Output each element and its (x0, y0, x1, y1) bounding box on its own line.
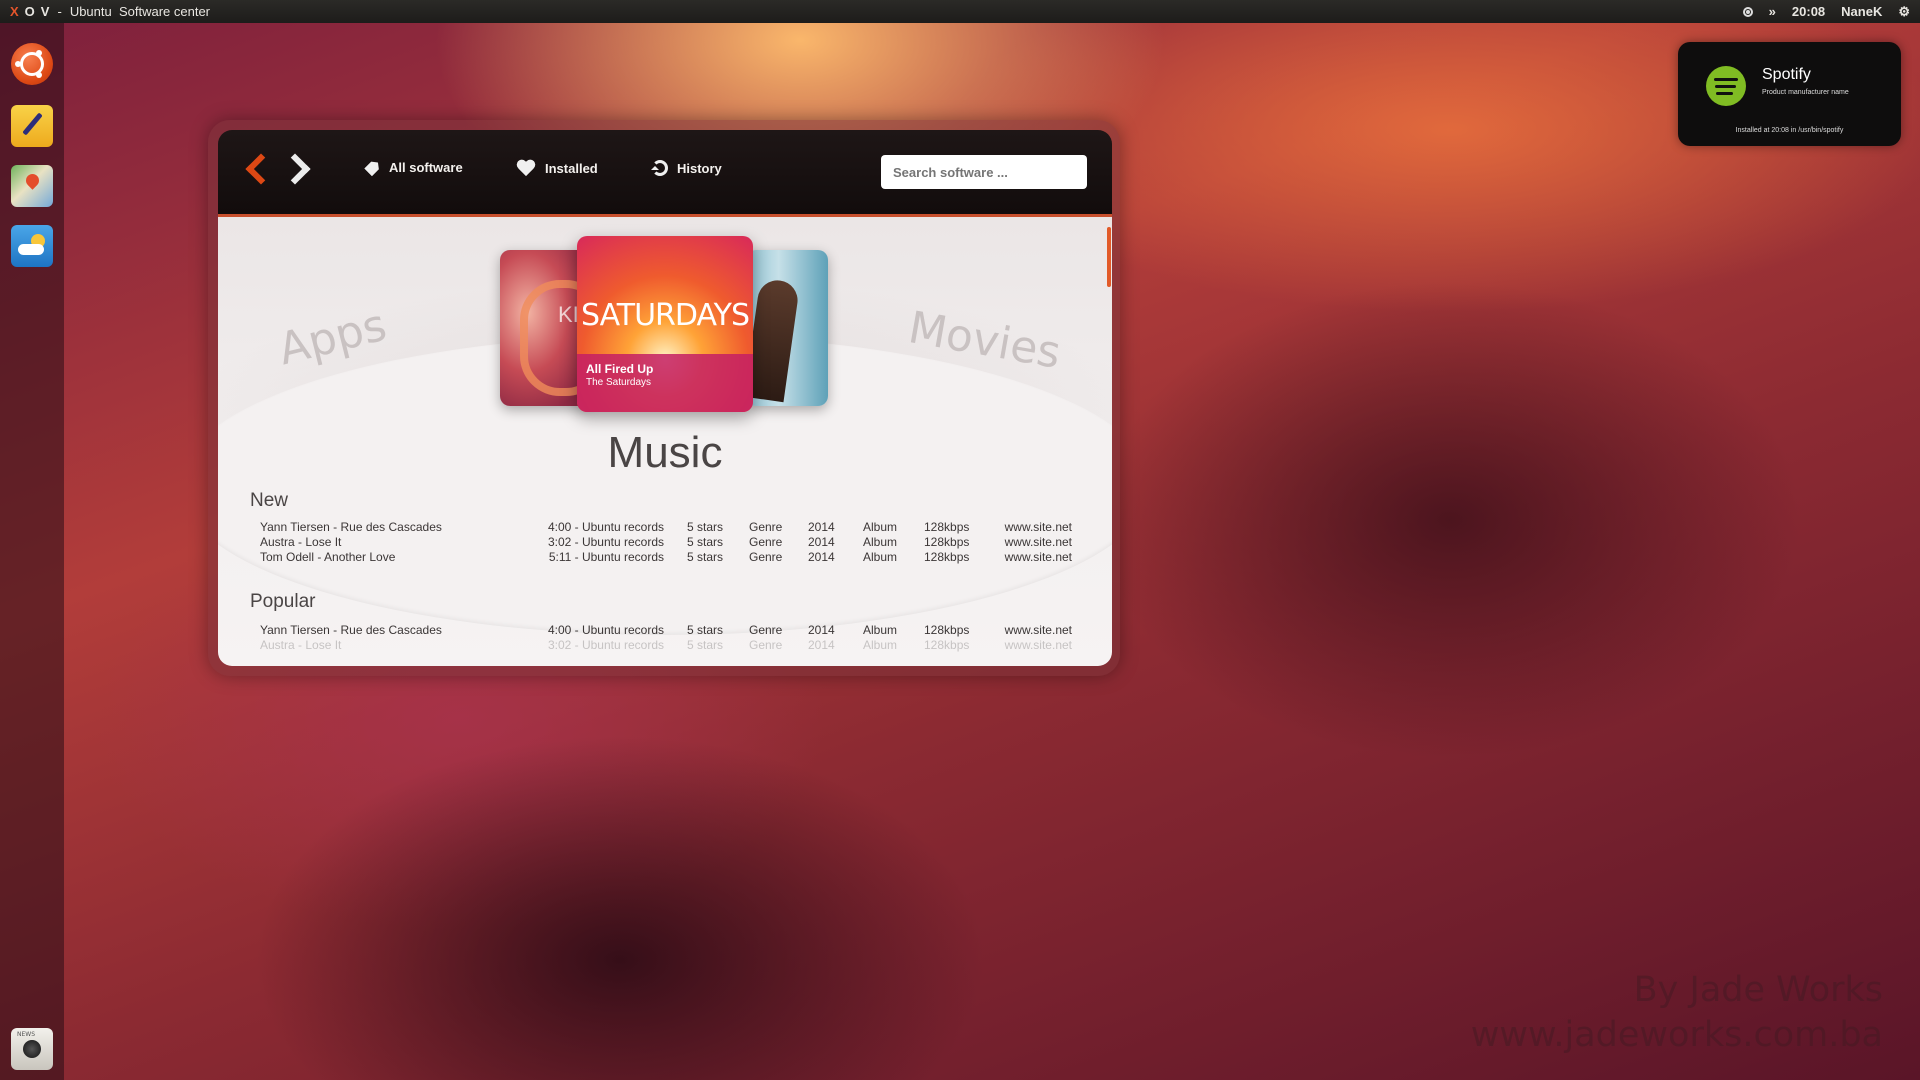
table-row[interactable]: Tom Odell - Another Love 5:11 - Ubuntu r… (218, 550, 1112, 565)
track-site[interactable]: www.site.net (1005, 520, 1072, 534)
track-album: Album (863, 550, 898, 564)
spotify-notification: Spotify Product manufacturer name Instal… (1678, 42, 1901, 146)
group-title-popular: Popular (250, 591, 316, 612)
track-bitrate: 128kbps (924, 638, 970, 652)
search-input[interactable] (881, 155, 1087, 189)
track-rating: 5 stars (687, 550, 724, 564)
track-year: 2014 (808, 520, 835, 534)
window-controls: X O V (10, 4, 49, 19)
table-row[interactable]: Yann Tiersen - Rue des Cascades 4:00 - U… (218, 520, 1112, 535)
notification-footer: Installed at 20:08 in /usr/bin/spotify (1735, 127, 1844, 134)
track-name: Yann Tiersen - Rue des Cascades (260, 520, 442, 534)
user-menu[interactable]: NaneK (1841, 4, 1882, 19)
notes-icon[interactable] (11, 105, 53, 147)
track-rating: 5 stars (687, 535, 724, 549)
track-year: 2014 (808, 638, 835, 652)
track-album: Album (863, 623, 898, 637)
content-area: Apps Movies KI SATURDAYS All Fired Up Th… (218, 217, 1112, 666)
track-name: Austra - Lose It (260, 535, 342, 549)
track-bitrate: 128kbps (924, 550, 970, 564)
nav-label: History (677, 160, 722, 176)
track-name: Austra - Lose It (260, 638, 342, 652)
track-duration: 4:00 - Ubuntu records (547, 520, 664, 534)
nav-all-software[interactable]: All software (366, 160, 463, 175)
section-title: Music (607, 428, 723, 477)
track-duration: 3:02 - Ubuntu records (547, 535, 664, 549)
track-site[interactable]: www.site.net (1005, 535, 1072, 549)
album-cover-featured[interactable]: SATURDAYS All Fired Up The Saturdays (577, 236, 753, 412)
minimize-button[interactable]: O (25, 4, 35, 19)
track-genre: Genre (749, 520, 783, 534)
track-bitrate: 128kbps (924, 623, 970, 637)
track-name: Tom Odell - Another Love (260, 550, 396, 564)
news-camera-icon[interactable]: NEWS (11, 1028, 53, 1070)
notification-subtitle: Product manufacturer name (1762, 89, 1849, 96)
news-caption: NEWS (17, 1031, 36, 1038)
weather-icon[interactable] (11, 225, 53, 267)
group-title-new: New (250, 490, 289, 511)
table-row[interactable]: Austra - Lose It 3:02 - Ubuntu records 5… (218, 535, 1112, 550)
clock[interactable]: 20:08 (1792, 4, 1825, 19)
software-center-window: All software Installed History Apps Movi… (218, 130, 1112, 666)
track-genre: Genre (749, 550, 783, 564)
nav-label: Installed (545, 161, 598, 176)
cover-logo-text: SATURDAYS (580, 298, 750, 333)
table-row[interactable]: Austra - Lose It 3:02 - Ubuntu records 5… (218, 638, 1112, 653)
track-album: Album (863, 535, 898, 549)
maps-icon[interactable] (11, 165, 53, 207)
table-row[interactable]: Yann Tiersen - Rue des Cascades 4:00 - U… (218, 623, 1112, 638)
track-site[interactable]: www.site.net (1005, 550, 1072, 564)
track-year: 2014 (808, 623, 835, 637)
track-bitrate: 128kbps (924, 520, 970, 534)
ubuntu-logo-icon[interactable] (11, 43, 53, 85)
track-duration: 5:11 - Ubuntu records (548, 550, 664, 564)
track-duration: 4:00 - Ubuntu records (547, 623, 664, 637)
forward-arrow-icon[interactable] (279, 153, 311, 185)
window-title: Ubuntu Software center (69, 4, 211, 19)
watermark-url: www.jadeworks.com.ba (1470, 1015, 1883, 1055)
track-year: 2014 (808, 550, 835, 564)
refresh-icon (651, 160, 668, 176)
featured-artist: The Saturdays (586, 377, 652, 388)
spotify-logo-icon (1706, 66, 1746, 106)
close-button[interactable]: X (10, 4, 19, 19)
featured-title: All Fired Up (586, 362, 654, 376)
track-album: Album (863, 520, 898, 534)
watermark-author: By Jade Works (1633, 970, 1883, 1010)
messaging-icon[interactable]: » (1769, 4, 1776, 19)
track-rating: 5 stars (687, 623, 724, 637)
notification-title: Spotify (1762, 66, 1811, 83)
track-bitrate: 128kbps (924, 535, 970, 549)
nav-label: All software (389, 160, 463, 175)
network-icon[interactable] (1742, 6, 1753, 17)
track-year: 2014 (808, 535, 835, 549)
maximize-button[interactable]: V (41, 4, 50, 19)
tag-icon (364, 159, 382, 177)
track-name: Yann Tiersen - Rue des Cascades (260, 623, 442, 637)
nav-installed[interactable]: Installed (516, 160, 598, 177)
track-rating: 5 stars (687, 638, 724, 652)
track-genre: Genre (749, 623, 783, 637)
track-rating: 5 stars (687, 520, 724, 534)
track-duration: 3:02 - Ubuntu records (547, 638, 664, 652)
cover-caption: All Fired Up The Saturdays (577, 354, 753, 412)
back-arrow-icon[interactable] (245, 153, 277, 185)
album-cover-left-text: KI (558, 302, 579, 327)
album-cover-right[interactable] (746, 250, 828, 406)
toolbar: All software Installed History (218, 130, 1112, 217)
track-genre: Genre (749, 535, 783, 549)
scrollbar[interactable] (1107, 227, 1111, 287)
nav-history[interactable]: History (651, 160, 722, 176)
track-site[interactable]: www.site.net (1005, 623, 1072, 637)
track-album: Album (863, 638, 898, 652)
track-genre: Genre (749, 638, 783, 652)
gear-icon[interactable]: ⚙ (1898, 4, 1910, 20)
title-separator: - (57, 4, 62, 19)
top-panel: X O V - Ubuntu Software center » 20:08 N… (0, 0, 1920, 23)
launcher: NEWS (0, 23, 64, 1080)
track-site[interactable]: www.site.net (1005, 638, 1072, 652)
heart-icon (516, 160, 536, 177)
